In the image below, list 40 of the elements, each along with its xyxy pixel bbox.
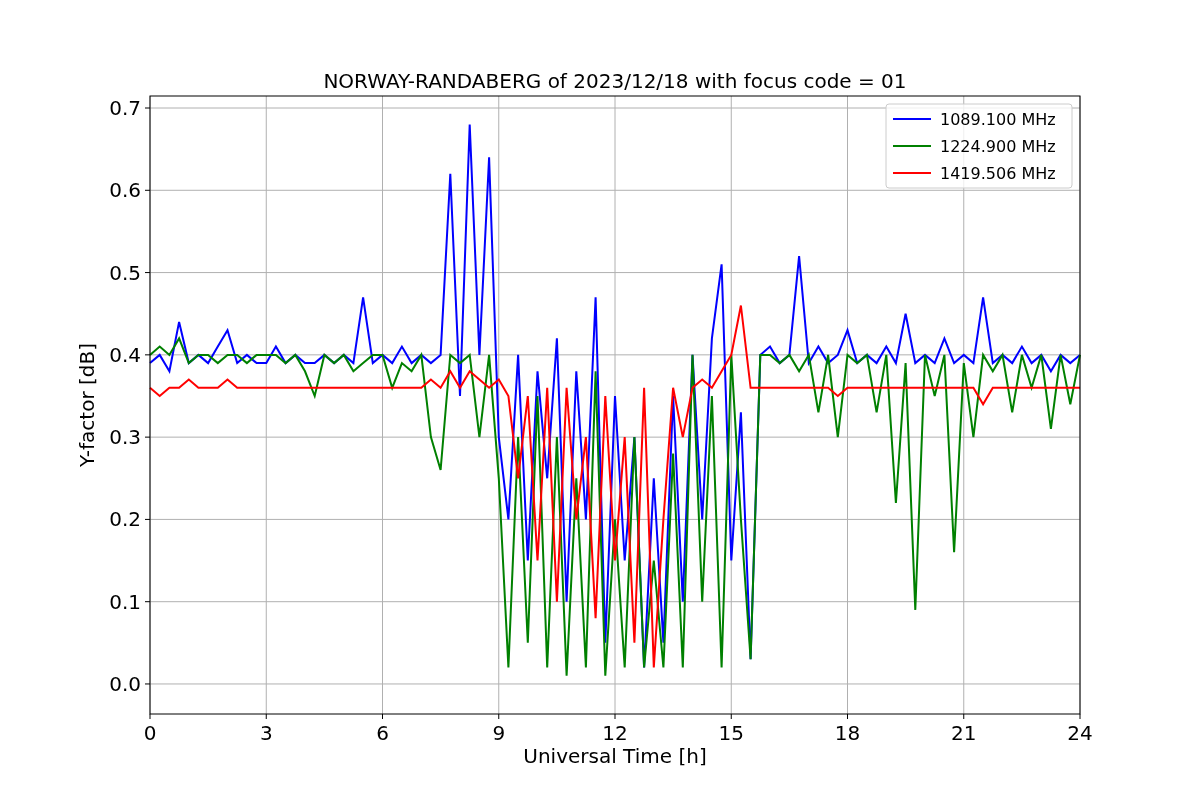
tick-mark: [144, 436, 151, 438]
tick-mark: [144, 189, 151, 191]
tick-label: 0.2: [109, 507, 141, 532]
tick-mark: [382, 713, 383, 720]
tick-mark: [498, 713, 500, 720]
tick-mark: [149, 713, 151, 720]
tick-label: 24: [1067, 721, 1093, 745]
axis-label: Y-factor [dB]: [75, 343, 99, 467]
tick-mark: [1079, 713, 1081, 720]
axis-label: Universal Time [h]: [523, 744, 707, 768]
legend-label: 1089.100 MHz: [940, 110, 1056, 129]
tick-mark: [144, 518, 151, 520]
tick-label: 0.1: [109, 589, 141, 614]
tick-label: 0.0: [109, 671, 141, 696]
tick-label: 21: [951, 721, 977, 745]
tick-label: 0.5: [109, 260, 141, 285]
tick-label: 0.4: [109, 342, 141, 367]
tick-label: 0.6: [109, 178, 141, 203]
tick-label: 15: [718, 721, 744, 745]
tick-mark: [614, 713, 616, 720]
tick-label: 0: [143, 721, 157, 745]
tick-mark: [144, 354, 151, 356]
tick-label: 12: [602, 721, 628, 745]
tick-mark: [144, 683, 151, 685]
tick-label: 18: [834, 721, 861, 745]
tick-mark: [144, 272, 151, 274]
tick-mark: [847, 713, 848, 720]
tick-mark: [963, 713, 965, 720]
tick-mark: [265, 713, 267, 720]
tick-label: 6: [376, 721, 389, 745]
tick-mark: [144, 601, 151, 603]
tick-label: 0.7: [109, 96, 141, 120]
legend-label: 1224.900 MHz: [940, 137, 1056, 156]
legend-label: 1419.506 MHz: [940, 164, 1056, 183]
tick-mark: [730, 713, 732, 720]
tick-label: 9: [492, 721, 506, 745]
tick-label: 3: [259, 721, 273, 745]
chart-title: NORWAY-RANDABERG of 2023/12/18 with focus code = 01: [323, 69, 907, 93]
tick-label: 0.3: [109, 425, 141, 450]
tick-mark: [144, 107, 151, 109]
